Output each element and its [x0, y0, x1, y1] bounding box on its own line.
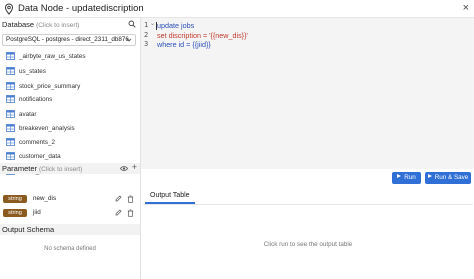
line-number: 1	[144, 21, 149, 29]
fold-chevron-icon[interactable]: ⌄	[150, 20, 155, 27]
table-list: _airbyte_raw_us_states us_states stock_pri…	[0, 48, 140, 175]
database-select-value: PostgreSQL - postgres - direct_2311_db87…	[6, 36, 129, 43]
table-item[interactable]: notifications	[6, 94, 52, 104]
table-icon	[6, 67, 15, 75]
output-empty-text: Click run to see the output table	[263, 241, 353, 248]
parameter-row[interactable]: string new_dis	[2, 194, 138, 204]
no-schema-text: No schema defined	[44, 246, 96, 252]
sql-editor[interactable]: ⌄ 1 23 update jobs set discription = '{{ne…	[141, 18, 474, 169]
left-panel: Database (Click to insert) PostgreSQL - p…	[0, 18, 141, 279]
parameter-name: new_dis	[33, 195, 57, 202]
table-item[interactable]: avatar	[6, 109, 37, 119]
code-line: where id = {{jiid}}	[157, 40, 211, 49]
table-name: comments_2	[19, 138, 56, 146]
run-and-save-button[interactable]: Run & Save	[425, 172, 471, 184]
table-item[interactable]: comments_2	[6, 137, 55, 147]
table-item[interactable]: _airbyte_raw_us_states	[6, 51, 86, 61]
code-line: set discription = '{{new_dis}}'	[157, 31, 248, 40]
table-name: us_states	[19, 67, 46, 75]
table-icon	[6, 152, 15, 160]
table-item[interactable]: stock_price_summary	[6, 81, 80, 91]
search-icon[interactable]	[128, 20, 136, 28]
add-parameter-button[interactable]: +	[132, 162, 137, 172]
editor-gutter: ⌄ 1 23	[141, 18, 155, 169]
database-header: Database (Click to insert)	[2, 20, 138, 31]
table-item[interactable]: breakeven_analysis	[6, 123, 75, 133]
chevron-down-icon	[126, 38, 132, 42]
line-number: 2	[144, 31, 149, 39]
tab-output-table[interactable]: Output Table	[145, 190, 195, 204]
database-select[interactable]: PostgreSQL - postgres - direct_2311_db87…	[2, 34, 136, 46]
line-number: 3	[144, 40, 149, 48]
table-icon	[6, 82, 15, 90]
table-icon	[6, 124, 15, 132]
parameter-hint: (Click to insert)	[39, 166, 83, 173]
table-item[interactable]: customer_data	[6, 151, 61, 161]
play-icon	[397, 174, 402, 179]
table-name: breakeven_analysis	[19, 124, 75, 132]
window-title: Data Node - updatediscription	[18, 3, 144, 14]
run-and-save-label: Run & Save	[434, 174, 469, 181]
table-icon	[6, 52, 15, 60]
parameter-row[interactable]: string jiid	[2, 208, 138, 218]
table-name: notifications	[19, 95, 53, 103]
parameter-name: jiid	[33, 209, 41, 216]
table-name: avatar	[19, 110, 37, 118]
window-header: Data Node - updatediscription ×	[0, 0, 474, 18]
table-icon	[6, 110, 15, 118]
parameter-type-badge: string	[3, 209, 27, 217]
table-name: _airbyte_raw_us_states	[19, 52, 86, 60]
database-label: Database	[2, 20, 35, 29]
table-name: stock_price_summary	[19, 82, 81, 90]
output-schema-header: Output Schema	[0, 224, 140, 235]
table-name: customer_data	[19, 152, 61, 160]
output-schema-label: Output Schema	[2, 225, 55, 234]
run-button-label: Run	[404, 174, 416, 181]
code-line: update jobs	[157, 21, 195, 30]
run-button[interactable]: Run	[392, 172, 421, 184]
trash-icon[interactable]	[127, 195, 134, 203]
parameter-header: Parameter (Click to insert) +	[0, 162, 140, 174]
table-item[interactable]: us_states	[6, 66, 46, 76]
output-panel: Output Table Click run to see the output…	[143, 190, 473, 279]
parameter-type-badge: string	[3, 195, 27, 203]
edit-icon[interactable]	[115, 209, 122, 216]
tab-divider	[143, 204, 473, 205]
database-hint: (Click to insert)	[36, 22, 80, 29]
close-icon[interactable]: ×	[463, 2, 469, 14]
trash-icon[interactable]	[127, 209, 134, 217]
eye-icon[interactable]	[120, 165, 128, 172]
table-icon	[6, 138, 15, 146]
parameter-label: Parameter	[2, 164, 38, 173]
table-icon	[6, 95, 15, 103]
play-icon	[427, 174, 432, 179]
edit-icon[interactable]	[115, 195, 122, 202]
data-node-icon	[4, 3, 14, 15]
